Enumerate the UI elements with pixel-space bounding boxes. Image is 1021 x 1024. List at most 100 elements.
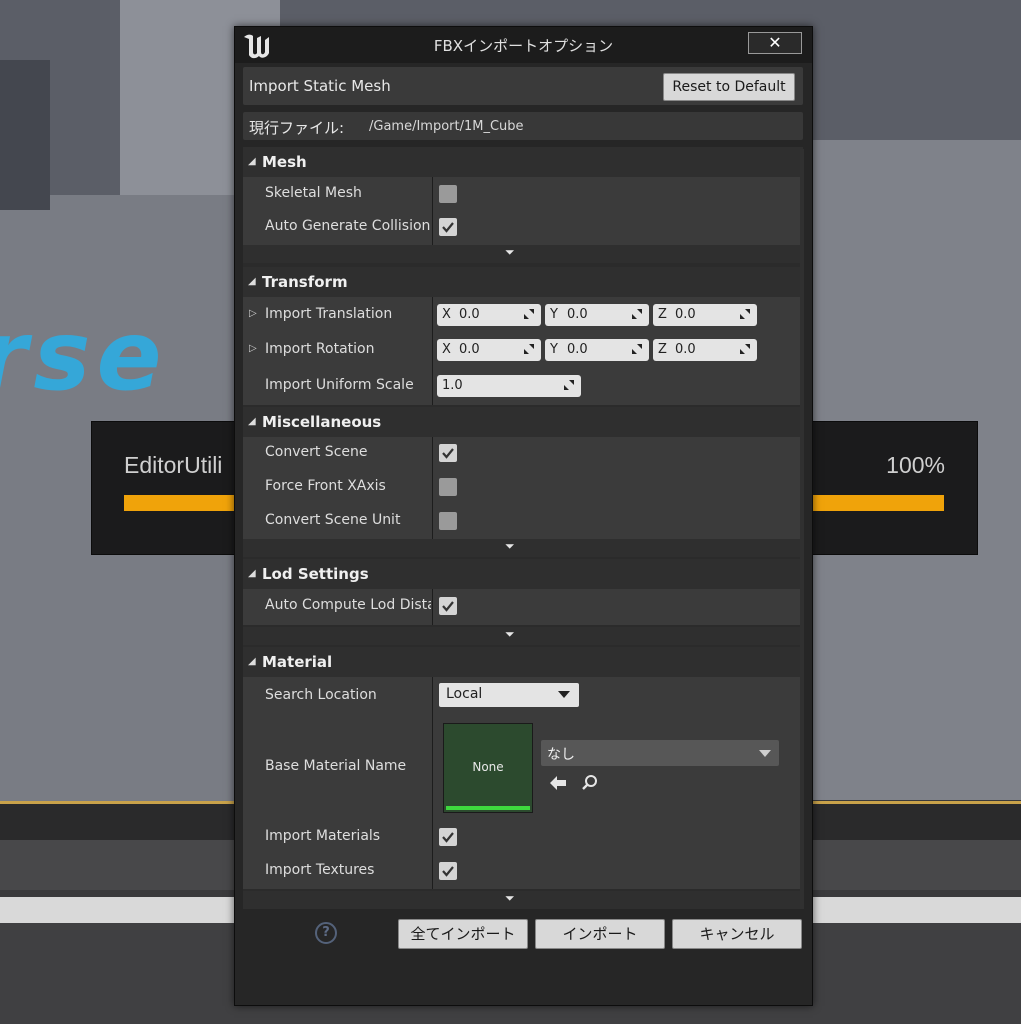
section-transform: ◢ Transform ▷ Import Translation X 0.0 Y [243,267,803,407]
section-misc-body: Convert Scene Force Front XAxis Convert … [243,437,803,539]
uniform-scale-value: 1.0 [442,378,463,393]
rotation-z-field[interactable]: Z 0.0 [653,339,757,361]
expand-triangle-icon[interactable]: ▷ [249,343,257,354]
rotation-x-value: 0.0 [459,342,480,357]
section-material-header[interactable]: ◢ Material [243,647,803,677]
spin-arrows-icon [564,380,574,390]
section-mesh-title: Mesh [262,153,307,171]
prop-search-location: Search Location Local [243,677,803,715]
axis-x-label: X [442,307,451,322]
axis-y-label: Y [550,307,558,322]
rotation-x-field[interactable]: X 0.0 [437,339,541,361]
section-mesh-body: Skeletal Mesh Auto Generate Collision [243,177,803,245]
axis-y-label: Y [550,342,558,357]
progress-label: EditorUtili [124,452,223,478]
prop-label: Convert Scene Unit [265,512,401,528]
advanced-expander[interactable]: ⏷ [243,245,803,263]
advanced-expander[interactable]: ⏷ [243,627,803,645]
progress-percent: 100% [886,452,945,478]
use-selected-arrow-icon[interactable] [549,775,567,791]
prop-import-translation: ▷ Import Translation X 0.0 Y 0.0 Z 0.0 [243,297,803,333]
collapse-triangle-icon: ◢ [248,568,256,579]
translation-z-field[interactable]: Z 0.0 [653,304,757,326]
expand-triangle-icon[interactable]: ▷ [249,308,257,319]
expand-arrow-icon: ⏷ [505,539,515,553]
translation-y-field[interactable]: Y 0.0 [545,304,649,326]
close-button[interactable]: ✕ [748,32,802,54]
section-material-title: Material [262,653,333,671]
section-mesh: ◢ Mesh Skeletal Mesh Auto Generate Colli… [243,147,803,267]
expand-arrow-icon: ⏷ [505,891,515,905]
details-scrollbar[interactable] [800,149,804,909]
section-material: ◢ Material Search Location Local Base Ma… [243,647,803,909]
checkmark-icon [442,222,454,233]
spin-arrows-icon [740,344,750,354]
cancel-button[interactable]: キャンセル [672,919,802,949]
convert-scene-checkbox[interactable] [439,444,457,462]
import-textures-checkbox[interactable] [439,862,457,880]
rotation-y-value: 0.0 [567,342,588,357]
import-type-label: Import Static Mesh [249,77,391,95]
dropdown-arrow-icon [558,691,570,698]
prop-auto-generate-collision: Auto Generate Collision [243,211,803,245]
auto-generate-collision-checkbox[interactable] [439,218,457,236]
axis-z-label: Z [658,342,667,357]
base-material-asset-picker[interactable]: なし [541,740,779,766]
section-misc-header[interactable]: ◢ Miscellaneous [243,407,803,437]
uniform-scale-field[interactable]: 1.0 [437,375,581,397]
section-transform-body: ▷ Import Translation X 0.0 Y 0.0 Z 0.0 ▷… [243,297,803,405]
advanced-expander[interactable]: ⏷ [243,539,803,557]
dropdown-arrow-icon [759,750,771,757]
dialog-title: FBXインポートオプション [433,37,614,55]
expand-arrow-icon: ⏷ [505,245,515,259]
prop-label: Import Textures [265,862,375,878]
spin-arrows-icon [632,344,642,354]
prop-label: Skeletal Mesh [265,185,362,201]
skeletal-mesh-checkbox[interactable] [439,185,457,203]
prop-force-front-xaxis: Force Front XAxis [243,471,803,505]
current-file-row: 現行ファイル: /Game/Import/1M_Cube [243,112,803,140]
rotation-z-value: 0.0 [675,342,696,357]
convert-scene-unit-checkbox[interactable] [439,512,457,530]
prop-label: Base Material Name [265,758,407,774]
prop-skeletal-mesh: Skeletal Mesh [243,177,803,211]
translation-z-value: 0.0 [675,307,696,322]
prop-label: Auto Generate Collision [265,218,431,234]
rotation-y-field[interactable]: Y 0.0 [545,339,649,361]
search-location-value: Local [446,686,483,702]
material-thumbnail[interactable]: None [443,723,533,813]
prop-import-rotation: ▷ Import Rotation X 0.0 Y 0.0 Z 0.0 [243,333,803,369]
search-location-dropdown[interactable]: Local [439,683,579,707]
reset-to-default-button[interactable]: Reset to Default [663,73,795,101]
spin-arrows-icon [740,309,750,319]
titlebar[interactable]: FBXインポートオプション ✕ [235,27,812,63]
axis-x-label: X [442,342,451,357]
section-lod-header[interactable]: ◢ Lod Settings [243,559,803,589]
browse-search-icon[interactable] [581,774,599,792]
force-front-xaxis-checkbox[interactable] [439,478,457,496]
prop-label: Auto Compute Lod Distances [265,597,431,613]
prop-label: Import Materials [265,828,381,844]
section-lod-body: Auto Compute Lod Distances [243,589,803,625]
checkmark-icon [442,866,454,877]
current-file-value: /Game/Import/1M_Cube [369,119,524,134]
translation-y-value: 0.0 [567,307,588,322]
section-misc: ◢ Miscellaneous Convert Scene Force Fron… [243,407,803,557]
import-all-button[interactable]: 全てインポート [398,919,528,949]
import-button[interactable]: インポート [535,919,665,949]
section-transform-header[interactable]: ◢ Transform [243,267,803,297]
import-materials-checkbox[interactable] [439,828,457,846]
collapse-triangle-icon: ◢ [248,416,256,427]
axis-z-label: Z [658,307,667,322]
auto-compute-lod-checkbox[interactable] [439,597,457,615]
section-mesh-header[interactable]: ◢ Mesh [243,147,803,177]
prop-convert-scene-unit: Convert Scene Unit [243,505,803,539]
current-file-key: 現行ファイル: [249,119,345,137]
prop-label: Search Location [265,687,377,703]
help-icon[interactable]: ? [315,922,337,944]
advanced-expander[interactable]: ⏷ [243,891,803,909]
thumbnail-type-bar [446,806,530,810]
fbx-import-dialog: FBXインポートオプション ✕ Import Static Mesh Reset… [234,26,813,1006]
prop-import-materials: Import Materials [243,821,803,855]
translation-x-field[interactable]: X 0.0 [437,304,541,326]
